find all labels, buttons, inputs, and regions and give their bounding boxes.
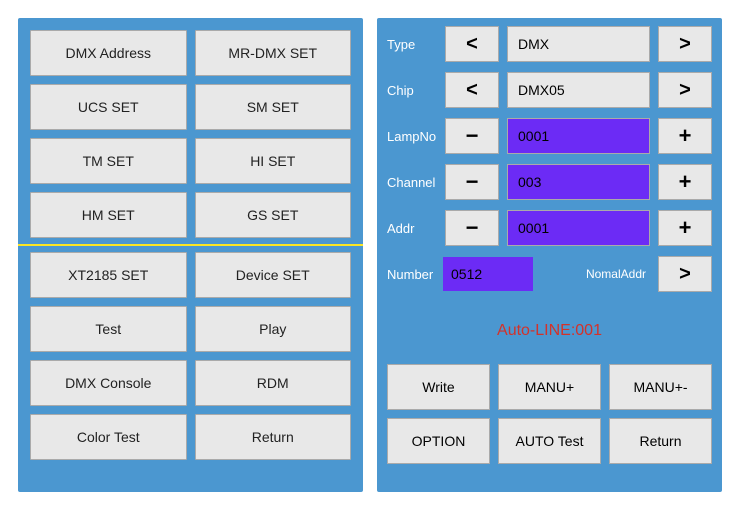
addr-row: Addr − 0001 +	[387, 210, 712, 246]
type-row: Type < DMX >	[387, 26, 712, 62]
channel-plus-button[interactable]: +	[658, 164, 712, 200]
lampno-value[interactable]: 0001	[507, 118, 650, 154]
xt2185-set-button[interactable]: XT2185 SET	[30, 252, 187, 298]
chip-row: Chip < DMX05 >	[387, 72, 712, 108]
lampno-label: LampNo	[387, 129, 437, 144]
channel-row: Channel − 003 +	[387, 164, 712, 200]
device-set-button[interactable]: Device SET	[195, 252, 352, 298]
chip-prev-button[interactable]: <	[445, 72, 499, 108]
addr-value[interactable]: 0001	[507, 210, 650, 246]
tm-set-button[interactable]: TM SET	[30, 138, 187, 184]
auto-test-button[interactable]: AUTO Test	[498, 418, 601, 464]
mr-dmx-set-button[interactable]: MR-DMX SET	[195, 30, 352, 76]
section-divider	[18, 244, 363, 246]
settings-return-button[interactable]: Return	[609, 418, 712, 464]
type-label: Type	[387, 37, 437, 52]
menu-grid-bottom: XT2185 SET Device SET Test Play DMX Cons…	[26, 248, 355, 464]
addr-minus-button[interactable]: −	[445, 210, 499, 246]
lampno-plus-button[interactable]: +	[658, 118, 712, 154]
type-value: DMX	[507, 26, 650, 62]
dmx-address-button[interactable]: DMX Address	[30, 30, 187, 76]
sm-set-button[interactable]: SM SET	[195, 84, 352, 130]
option-button[interactable]: OPTION	[387, 418, 490, 464]
channel-label: Channel	[387, 175, 437, 190]
write-button[interactable]: Write	[387, 364, 490, 410]
color-test-button[interactable]: Color Test	[30, 414, 187, 460]
channel-minus-button[interactable]: −	[445, 164, 499, 200]
settings-panel: Type < DMX > Chip < DMX05 > LampNo − 000…	[377, 18, 722, 492]
rdm-button[interactable]: RDM	[195, 360, 352, 406]
chip-value: DMX05	[507, 72, 650, 108]
chip-label: Chip	[387, 83, 437, 98]
type-prev-button[interactable]: <	[445, 26, 499, 62]
lampno-row: LampNo − 0001 +	[387, 118, 712, 154]
menu-grid-top: DMX Address MR-DMX SET UCS SET SM SET TM…	[26, 26, 355, 242]
test-button[interactable]: Test	[30, 306, 187, 352]
hi-set-button[interactable]: HI SET	[195, 138, 352, 184]
play-button[interactable]: Play	[195, 306, 352, 352]
manu-plus-minus-button[interactable]: MANU+-	[609, 364, 712, 410]
dmx-console-button[interactable]: DMX Console	[30, 360, 187, 406]
number-label: Number	[387, 267, 437, 282]
number-value[interactable]: 0512	[443, 257, 533, 291]
type-next-button[interactable]: >	[658, 26, 712, 62]
hm-set-button[interactable]: HM SET	[30, 192, 187, 238]
return-button[interactable]: Return	[195, 414, 352, 460]
number-row: Number 0512 NomalAddr >	[387, 256, 712, 292]
ucs-set-button[interactable]: UCS SET	[30, 84, 187, 130]
manu-plus-button[interactable]: MANU+	[498, 364, 601, 410]
channel-value[interactable]: 003	[507, 164, 650, 200]
lampno-minus-button[interactable]: −	[445, 118, 499, 154]
gs-set-button[interactable]: GS SET	[195, 192, 352, 238]
action-grid: Write MANU+ MANU+- OPTION AUTO Test Retu…	[387, 364, 712, 464]
nomal-addr-next-button[interactable]: >	[658, 256, 712, 292]
addr-plus-button[interactable]: +	[658, 210, 712, 246]
status-text: Auto-LINE:001	[387, 322, 712, 340]
chip-next-button[interactable]: >	[658, 72, 712, 108]
menu-panel: DMX Address MR-DMX SET UCS SET SM SET TM…	[18, 18, 363, 492]
addr-label: Addr	[387, 221, 437, 236]
nomal-addr-label: NomalAddr	[586, 267, 646, 281]
